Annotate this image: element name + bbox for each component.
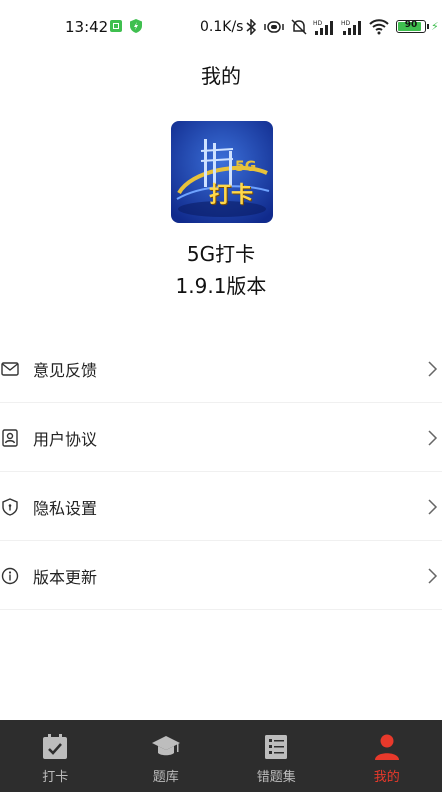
user-agreement-icon	[2, 429, 18, 447]
calendar-check-icon	[43, 734, 68, 759]
chevron-right-icon	[428, 361, 438, 377]
network-speed: 0.1K/s	[200, 19, 244, 35]
tab-mine[interactable]: 我的	[332, 720, 442, 792]
menu-item-label: 意见反馈	[33, 361, 98, 380]
logo-5g-text: 5G	[235, 159, 257, 175]
wifi-icon	[369, 19, 389, 35]
status-time: 13:42	[65, 18, 109, 36]
tab-clock-in[interactable]: 打卡	[0, 720, 111, 792]
tab-wrong-questions[interactable]: 错题集	[221, 720, 332, 792]
vibrate-icon	[264, 21, 284, 33]
notebook-icon	[265, 735, 288, 759]
chevron-right-icon	[428, 568, 438, 584]
tab-label: 题库	[152, 770, 179, 785]
app-notification-icon	[110, 20, 122, 32]
app-name: 5G打卡	[186, 242, 256, 266]
logo-main-text: 打卡	[209, 183, 254, 208]
tab-label: 打卡	[42, 770, 69, 785]
chevron-right-icon	[428, 430, 438, 446]
shield-icon	[2, 498, 18, 516]
bottom-tab-bar: 打卡 题库 错题集 我的	[0, 720, 442, 792]
user-icon	[374, 734, 399, 760]
menu-item-label: 隐私设置	[33, 499, 98, 518]
charging-icon: ⚡	[431, 20, 439, 33]
tab-label: 我的	[373, 770, 400, 785]
status-bar: 13:42 0.1K/s HD HD 90 ⚡	[0, 0, 442, 50]
mute-bell-icon	[291, 19, 307, 35]
menu-item-privacy-settings[interactable]: 隐私设置	[0, 472, 442, 541]
tab-question-bank[interactable]: 题库	[111, 720, 222, 792]
menu-item-version-update[interactable]: 版本更新	[0, 541, 442, 610]
signal-hd-icon-2: HD	[341, 20, 361, 35]
battery-icon: 90	[396, 20, 426, 33]
page-title: 我的	[201, 64, 241, 88]
menu-item-label: 版本更新	[33, 568, 98, 587]
mail-icon	[1, 362, 19, 376]
battery-level: 90	[404, 20, 418, 30]
menu-item-user-agreement[interactable]: 用户协议	[0, 403, 442, 472]
chevron-right-icon	[428, 499, 438, 515]
app-logo: 5G 打卡	[171, 121, 273, 223]
menu-item-feedback[interactable]: 意见反馈	[0, 334, 442, 403]
status-icons: HD HD	[245, 17, 389, 37]
info-icon	[1, 567, 19, 585]
svg-text:HD: HD	[313, 20, 323, 27]
app-version: 1.9.1版本	[175, 274, 267, 298]
settings-menu: 意见反馈 用户协议 隐私设置 版本更新	[0, 334, 442, 610]
menu-item-label: 用户协议	[33, 430, 98, 449]
graduation-cap-icon	[151, 736, 180, 756]
tab-label: 错题集	[256, 770, 296, 785]
svg-text:HD: HD	[341, 20, 351, 27]
signal-hd-icon-1: HD	[313, 20, 333, 35]
bluetooth-icon	[246, 19, 257, 35]
battery-tip	[427, 24, 429, 29]
security-shield-icon	[130, 19, 142, 33]
